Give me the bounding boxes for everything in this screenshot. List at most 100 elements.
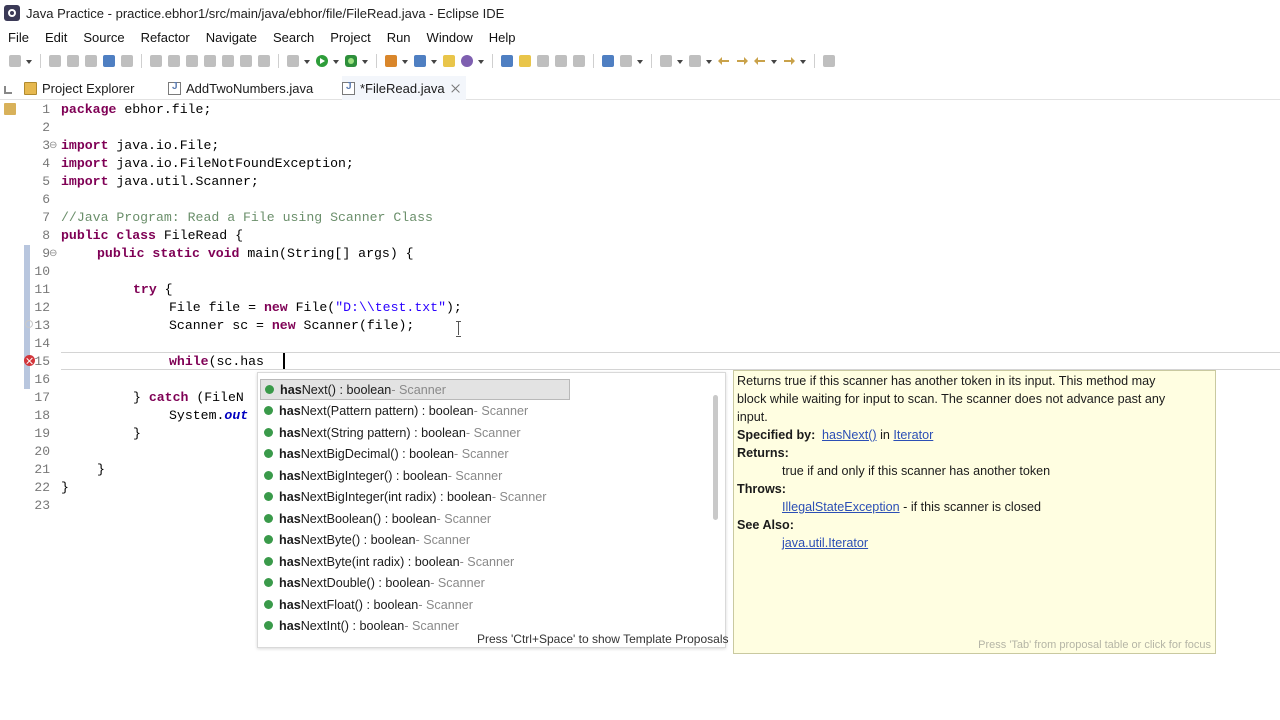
toolbar-separator	[278, 54, 279, 68]
proposal-item[interactable]: has NextByte(int radix) : boolean - Scann…	[260, 551, 570, 572]
new-icon[interactable]	[9, 55, 21, 67]
code-text: main(String[] args) {	[239, 246, 414, 261]
keyword: public	[97, 246, 145, 261]
pin-icon[interactable]	[620, 55, 632, 67]
disconnect-icon[interactable]	[204, 55, 216, 67]
forward-icon[interactable]	[783, 55, 795, 67]
save-all-icon[interactable]	[67, 55, 79, 67]
new-java-dropdown-icon[interactable]	[431, 59, 438, 64]
open-type-icon[interactable]	[443, 55, 455, 67]
tab-label: Project Explorer	[42, 80, 135, 96]
hasnext-link[interactable]: hasNext()	[822, 428, 877, 442]
tab-project-explorer[interactable]: Project Explorer	[24, 76, 134, 100]
external-tools-icon[interactable]	[385, 55, 397, 67]
error-icon[interactable]	[24, 355, 35, 366]
close-icon[interactable]	[451, 84, 460, 93]
menu-file[interactable]: File	[0, 27, 37, 49]
last-edit-location-icon[interactable]	[718, 55, 730, 67]
code-text: }	[97, 462, 105, 477]
previous-annotation-icon[interactable]	[689, 55, 701, 67]
step-return-icon[interactable]	[258, 55, 270, 67]
line-number: 20	[34, 444, 50, 459]
open-perspective-icon[interactable]	[823, 55, 835, 67]
proposal-item[interactable]: has Next(Pattern pattern) : boolean - Sca…	[260, 400, 570, 421]
next-annotation-dropdown-icon[interactable]	[677, 59, 684, 64]
resume-icon[interactable]	[150, 55, 162, 67]
code-line-18: System.out	[169, 407, 248, 425]
proposal-item[interactable]: has NextByte() : boolean - Scanner	[260, 529, 570, 550]
run-dropdown-icon[interactable]	[333, 59, 340, 64]
fold-collapse-icon[interactable]: ⊖	[49, 245, 59, 263]
proposal-item[interactable]: has NextDouble() : boolean - Scanner	[260, 572, 570, 593]
proposal-item[interactable]: has NextBigInteger(int radix) : boolean -…	[260, 486, 570, 507]
back-dropdown-icon[interactable]	[771, 59, 778, 64]
terminate-icon[interactable]	[186, 55, 198, 67]
previous-annotation-dropdown-icon[interactable]	[706, 59, 713, 64]
proposal-item[interactable]: has NextBoolean() : boolean - Scanner	[260, 508, 570, 529]
coverage-icon[interactable]	[345, 55, 357, 67]
menu-edit[interactable]: Edit	[37, 27, 75, 49]
step-over-icon[interactable]	[240, 55, 252, 67]
print-icon[interactable]	[85, 55, 97, 67]
next-annotation-icon[interactable]	[660, 55, 672, 67]
debug-dropdown-icon[interactable]	[304, 59, 311, 64]
pilcrow-icon[interactable]	[573, 55, 585, 67]
toggle-highlight-icon[interactable]	[519, 55, 531, 67]
fold-collapse-icon[interactable]: ⊖	[49, 137, 59, 155]
package-explorer-icon[interactable]	[4, 103, 16, 115]
suspend-icon[interactable]	[168, 55, 180, 67]
menu-source[interactable]: Source	[75, 27, 132, 49]
menu-bar: File Edit Source Refactor Navigate Searc…	[0, 27, 1280, 49]
javadoc-returns-label: Returns:	[737, 446, 789, 460]
toggle-mark-occurrences-icon[interactable]	[501, 55, 513, 67]
restore-icon[interactable]	[4, 86, 12, 94]
step-into-icon[interactable]	[222, 55, 234, 67]
menu-window[interactable]: Window	[419, 27, 481, 49]
tab-fileread[interactable]: *FileRead.java	[342, 76, 466, 100]
proposal-match: has	[280, 382, 302, 397]
web-browser-icon[interactable]	[602, 55, 614, 67]
back-icon[interactable]	[754, 55, 766, 67]
illegalstateexception-link[interactable]: IllegalStateException	[782, 500, 900, 514]
menu-project[interactable]: Project	[322, 27, 378, 49]
code-line-7: //Java Program: Read a File using Scanne…	[61, 209, 433, 227]
line-number: 23	[34, 498, 50, 513]
proposals-scrollbar[interactable]	[713, 395, 718, 520]
javadoc-hover[interactable]: Returns true if this scanner has another…	[733, 370, 1216, 654]
new-dropdown-icon[interactable]	[26, 59, 33, 64]
new-java-project-icon[interactable]	[414, 55, 426, 67]
menu-refactor[interactable]: Refactor	[133, 27, 198, 49]
pin-dropdown-icon[interactable]	[637, 59, 644, 64]
coverage-dropdown-icon[interactable]	[362, 59, 369, 64]
run-icon[interactable]	[316, 55, 328, 67]
java-util-iterator-link[interactable]: java.util.Iterator	[782, 536, 868, 550]
proposal-item[interactable]: has NextFloat() : boolean - Scanner	[260, 594, 570, 615]
search-dropdown-icon[interactable]	[478, 59, 485, 64]
proposal-item[interactable]: has NextBigInteger() : boolean - Scanner	[260, 465, 570, 486]
menu-search[interactable]: Search	[265, 27, 322, 49]
debug-icon[interactable]	[287, 55, 299, 67]
forward-history-icon[interactable]	[736, 55, 748, 67]
terminal-icon[interactable]	[103, 55, 115, 67]
proposal-item[interactable]: has NextBigDecimal() : boolean - Scanner	[260, 443, 570, 464]
quick-assist-icon[interactable]	[25, 320, 33, 328]
show-whitespace-icon[interactable]	[555, 55, 567, 67]
code-text: System.	[169, 408, 225, 423]
menu-help[interactable]: Help	[481, 27, 524, 49]
proposal-item[interactable]: has Next() : boolean - Scanner	[260, 379, 570, 400]
content-assist-popup[interactable]: has Next() : boolean - Scanner has Next(Pa…	[257, 372, 726, 648]
skip-breakpoints-icon[interactable]	[121, 55, 133, 67]
external-tools-dropdown-icon[interactable]	[402, 59, 409, 64]
menu-navigate[interactable]: Navigate	[198, 27, 265, 49]
block-selection-icon[interactable]	[537, 55, 549, 67]
proposal-signature: NextInt() : boolean	[300, 618, 405, 633]
iterator-link[interactable]: Iterator	[893, 428, 933, 442]
menu-run[interactable]: Run	[379, 27, 419, 49]
save-icon[interactable]	[49, 55, 61, 67]
keyword: import	[61, 138, 109, 153]
tab-addtwonumbers[interactable]: AddTwoNumbers.java	[168, 76, 313, 100]
search-icon[interactable]	[461, 55, 473, 67]
proposal-item[interactable]: has Next(String pattern) : boolean - Scan…	[260, 422, 570, 443]
code-text: (sc.has	[208, 354, 264, 369]
forward-dropdown-icon[interactable]	[800, 59, 807, 64]
